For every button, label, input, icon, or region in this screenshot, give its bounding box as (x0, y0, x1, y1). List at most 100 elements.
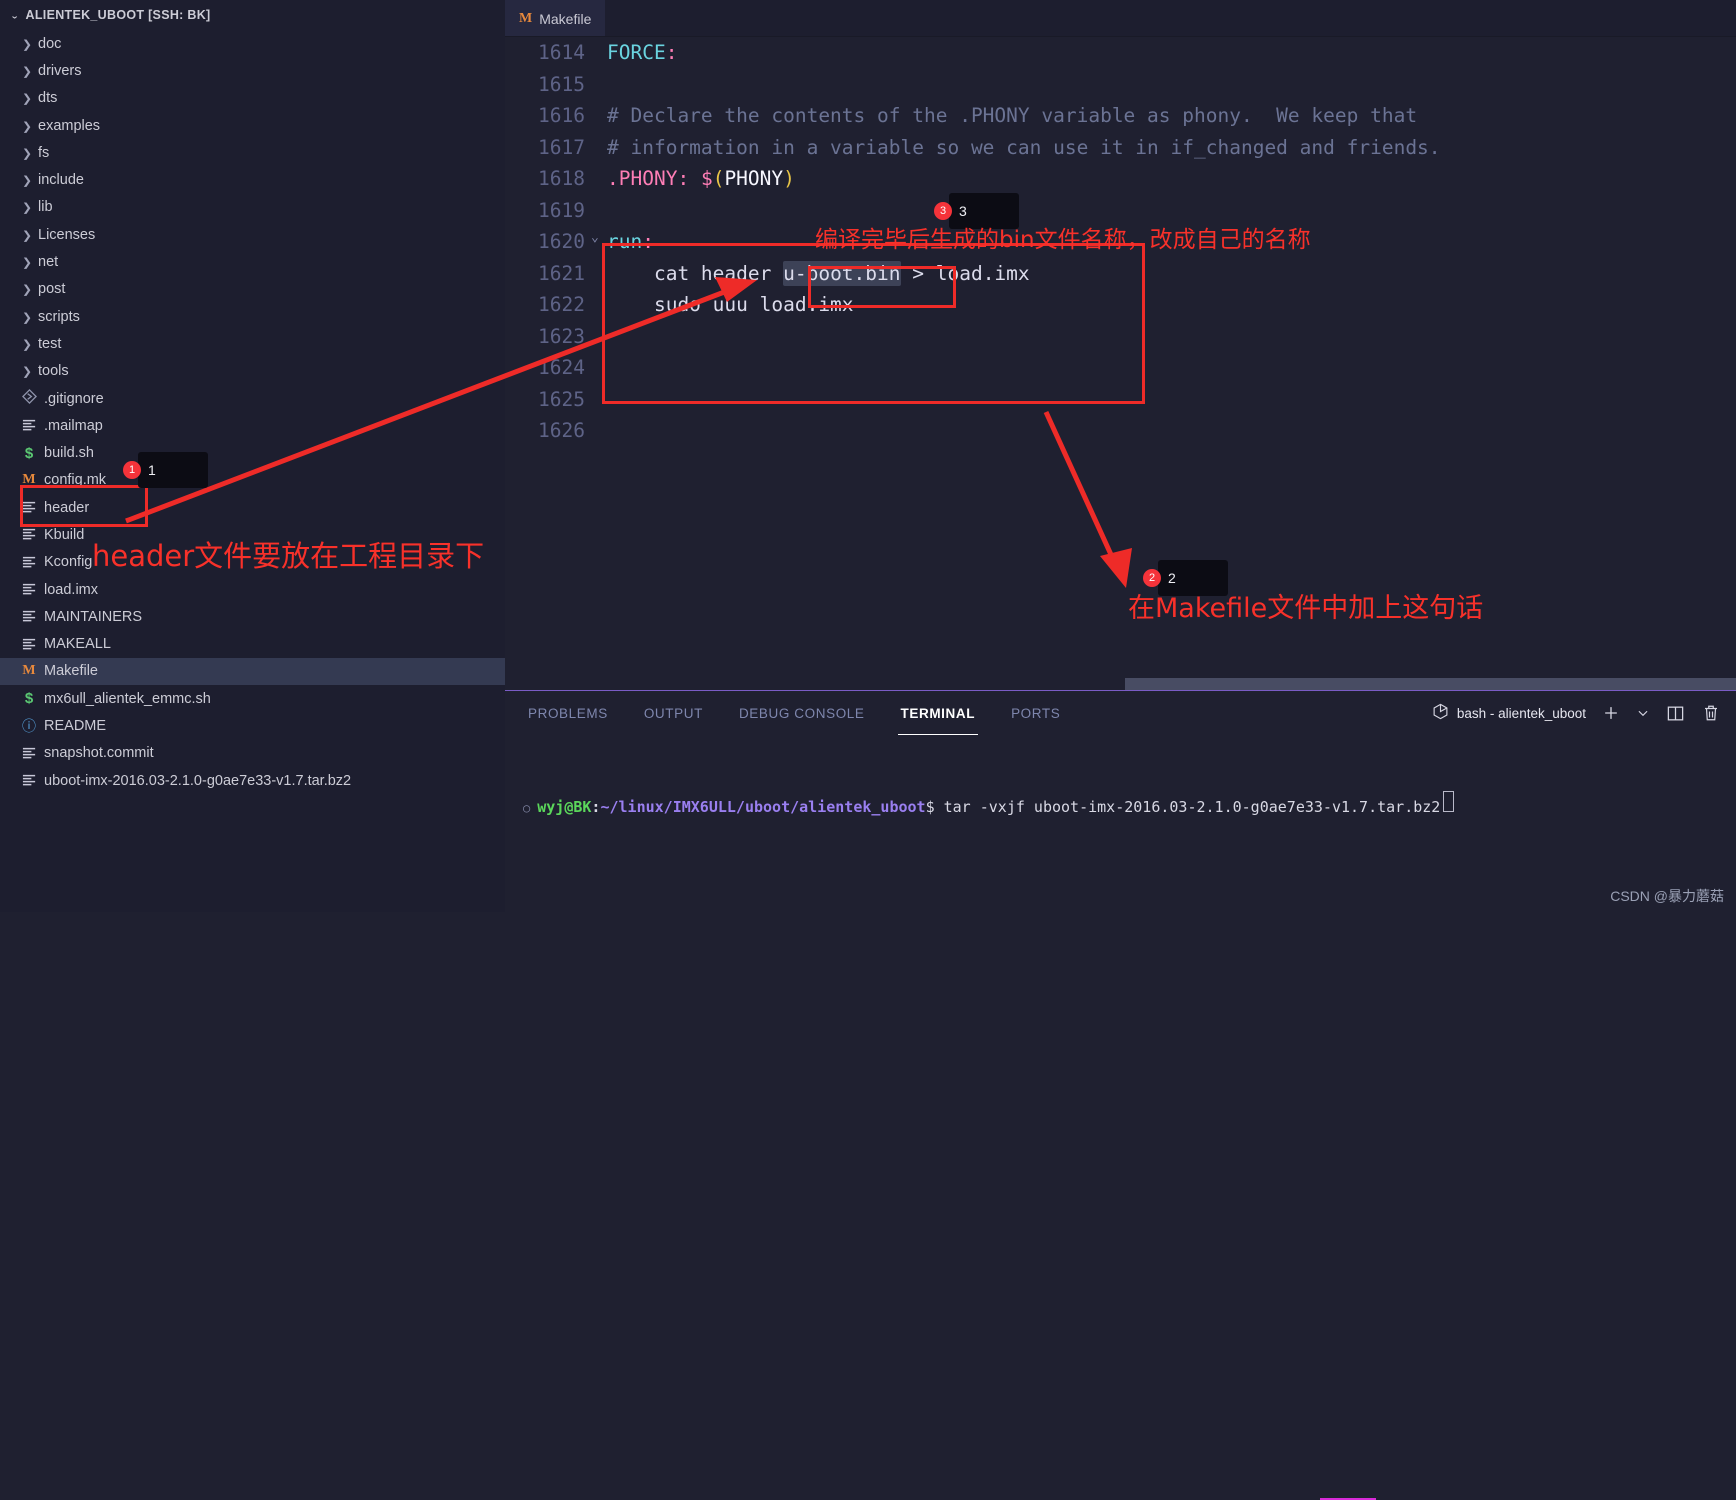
code-line[interactable]: 1614 FORCE: (505, 37, 1736, 69)
chevron-right-icon[interactable]: ❯ (18, 283, 36, 296)
explorer-root-header[interactable]: ⌄ ALIENTEK_UBOOT [SSH: BK] (0, 0, 505, 30)
tree-item-label: Makefile (44, 663, 98, 680)
tree-file-item[interactable]: MAINTAINERS (0, 603, 505, 630)
code-text: cat header u-boot.bin > load.imx (607, 260, 1030, 286)
tree-folder-item[interactable]: ❯ net (0, 248, 505, 275)
chevron-down-icon[interactable]: ⌄ (10, 10, 20, 21)
panel-tab-debug-console[interactable]: DEBUG CONSOLE (736, 691, 868, 735)
tree-file-item[interactable]: header (0, 494, 505, 521)
code-line[interactable]: 1615 (505, 69, 1736, 101)
tree-folder-item[interactable]: ❯ doc (0, 30, 505, 57)
tree-folder-item[interactable]: ❯ Licenses (0, 221, 505, 248)
editor-horizontal-scrollbar[interactable] (1125, 678, 1736, 690)
new-terminal-icon[interactable] (1600, 702, 1622, 724)
code-line[interactable]: 1626 (505, 415, 1736, 447)
tree-folder-item[interactable]: ❯ tools (0, 358, 505, 385)
tree-folder-item[interactable]: ❯ drivers (0, 57, 505, 84)
tree-folder-item[interactable]: ❯ post (0, 276, 505, 303)
fold-chevron-icon[interactable]: ⌄ (591, 230, 599, 245)
chevron-right-icon[interactable]: ❯ (18, 37, 36, 50)
code-line[interactable]: 1620 ⌄ run: (505, 226, 1736, 258)
code-line[interactable]: 1618 .PHONY: $(PHONY) (505, 163, 1736, 195)
terminal-icon (1432, 703, 1449, 723)
text-file-icon (22, 637, 37, 652)
tree-file-item[interactable]: Kconfig (0, 549, 505, 576)
code-line[interactable]: 1623 (505, 321, 1736, 353)
tree-folder-item[interactable]: ❯ fs (0, 139, 505, 166)
chevron-right-icon[interactable]: ❯ (18, 146, 36, 159)
code-line[interactable]: 1617 # information in a variable so we ca… (505, 132, 1736, 164)
text-file-icon (22, 609, 37, 624)
code-line[interactable]: 1622 sudo uuu load.imx (505, 289, 1736, 321)
tree-file-item[interactable]: $ build.sh (0, 439, 505, 466)
tree-file-item[interactable]: Kbuild (0, 521, 505, 548)
chevron-right-icon[interactable]: ❯ (18, 64, 36, 77)
chevron-right-icon[interactable]: ❯ (18, 92, 36, 105)
tree-folder-item[interactable]: ❯ dts (0, 85, 505, 112)
chevron-right-icon[interactable]: ❯ (18, 255, 36, 268)
code-line[interactable]: 1625 (505, 384, 1736, 416)
tree-folder-item[interactable]: ❯ lib (0, 194, 505, 221)
tree-file-item[interactable]: snapshot.commit (0, 740, 505, 767)
code-lines[interactable]: 1614 FORCE: 1615 1616 # Declare the contents… (505, 37, 1736, 447)
chevron-right-icon[interactable]: ❯ (18, 201, 36, 214)
tab-label: Makefile (539, 10, 592, 27)
code-line[interactable]: 1621 cat header u-boot.bin > load.imx (505, 258, 1736, 290)
chevron-right-icon[interactable]: ❯ (18, 365, 36, 378)
tree-item-label: Licenses (38, 226, 96, 243)
tab-makefile[interactable]: M Makefile (505, 0, 606, 37)
chevron-right-icon[interactable]: ❯ (18, 173, 36, 186)
code-line[interactable]: 1616 # Declare the contents of the .PHONY… (505, 100, 1736, 132)
makefile-icon: M (22, 663, 36, 679)
chevron-right-icon[interactable]: ❯ (18, 228, 36, 241)
tree-folder-item[interactable]: ❯ examples (0, 112, 505, 139)
code-line[interactable]: 1619 (505, 195, 1736, 227)
panel-tab-problems[interactable]: PROBLEMS (525, 691, 611, 735)
terminal-user: wyj@BK (537, 798, 592, 816)
terminal-output[interactable]: ○ wyj@BK: ~/linux/IMX6ULL/uboot/alientek_… (505, 735, 1736, 912)
tree-item-label: test (38, 335, 62, 352)
chevron-right-icon[interactable]: ❯ (18, 337, 36, 350)
tree-file-item[interactable]: $ mx6ull_alientek_emmc.sh (0, 685, 505, 712)
terminal-prompt-line: ○ wyj@BK: ~/linux/IMX6ULL/uboot/alientek_… (523, 791, 1736, 816)
bottom-panel: PROBLEMS OUTPUT DEBUG CONSOLE TERMINAL PORTS… (505, 690, 1736, 1500)
text-file-icon (22, 527, 37, 542)
tree-file-item[interactable]: .mailmap (0, 412, 505, 439)
code-text: # information in a variable so we can us… (607, 136, 1441, 159)
code-editor[interactable]: 1614 FORCE: 1615 1616 # Declare the contents… (505, 37, 1736, 690)
line-number: 1624 (538, 356, 585, 380)
tree-file-item[interactable]: uboot-imx-2016.03-2.1.0-g0ae7e33-v1.7.ta… (0, 767, 505, 794)
tree-item-label: scripts (38, 308, 80, 325)
kill-terminal-icon[interactable] (1700, 702, 1722, 724)
tree-file-item[interactable]: Mconfig.mk (0, 467, 505, 494)
tree-folder-item[interactable]: ❯ test (0, 330, 505, 357)
git-icon (21, 389, 37, 408)
terminal-dollar: $ (925, 798, 935, 816)
terminal-colon: : (591, 798, 601, 816)
terminal-selector[interactable]: bash - alientek_uboot (1432, 703, 1586, 723)
code-token: $ (700, 167, 713, 191)
line-number: 1625 (538, 387, 585, 411)
tree-file-item[interactable]: ⓘ README (0, 712, 505, 739)
tree-item-label: drivers (38, 62, 82, 79)
split-terminal-icon[interactable] (1664, 702, 1686, 724)
tree-file-item[interactable]: M Makefile (0, 657, 505, 686)
line-number: 1621 (538, 261, 585, 285)
chevron-right-icon[interactable]: ❯ (18, 119, 36, 132)
chevron-right-icon[interactable]: ❯ (18, 310, 36, 323)
code-line[interactable]: 1624 (505, 352, 1736, 384)
tree-file-item[interactable]: load.imx (0, 576, 505, 603)
tree-file-item[interactable]: .gitignore (0, 385, 505, 412)
panel-tab-terminal[interactable]: TERMINAL (897, 691, 979, 735)
tree-folder-item[interactable]: ❯ scripts (0, 303, 505, 330)
text-file-icon (22, 418, 37, 433)
tree-file-item[interactable]: MAKEALL (0, 631, 505, 658)
panel-tab-output[interactable]: OUTPUT (641, 691, 706, 735)
code-token: : (665, 41, 678, 65)
tree-folder-item[interactable]: ❯ include (0, 166, 505, 193)
file-tree[interactable]: ❯ doc ❯ drivers ❯ dts ❯ examples ❯ fs ❯ include ❯ lib… (0, 30, 505, 912)
chevron-down-icon[interactable] (1636, 702, 1650, 724)
tree-item-label: net (38, 254, 59, 271)
panel-tab-ports[interactable]: PORTS (1008, 691, 1063, 735)
tree-item-label: .mailmap (44, 417, 103, 434)
